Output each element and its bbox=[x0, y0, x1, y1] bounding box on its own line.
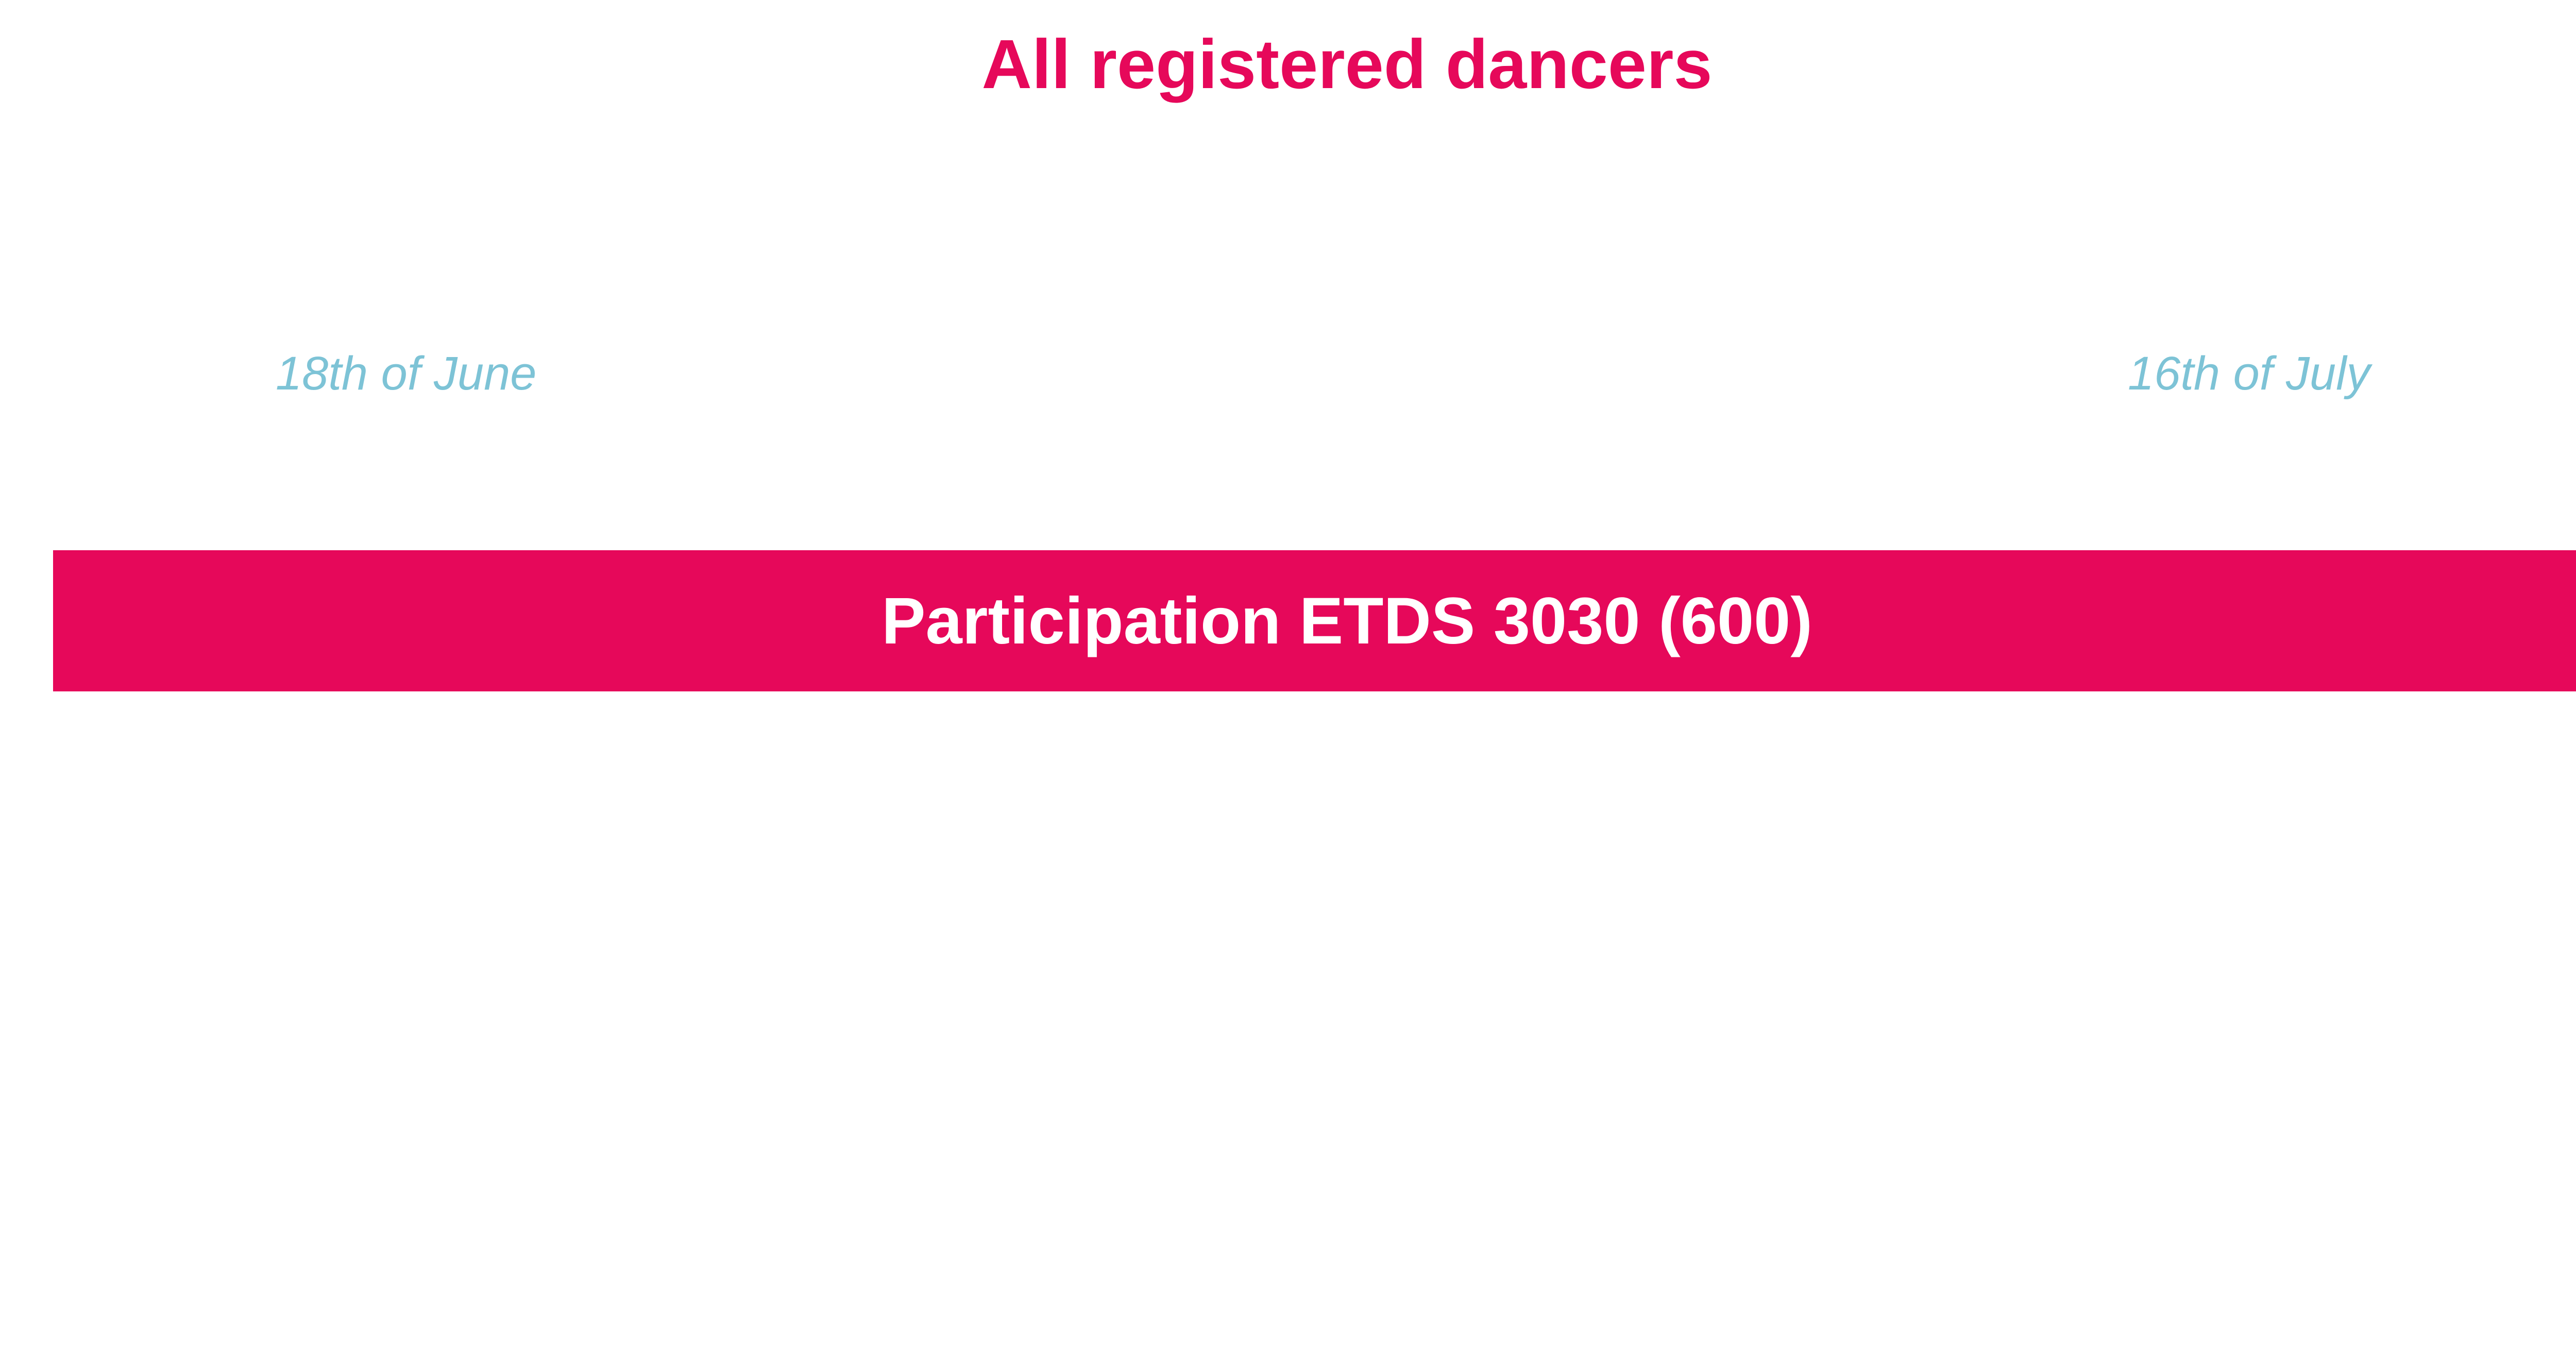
start-date-label: 18th of June bbox=[276, 347, 537, 400]
end-date-label: 16th of July bbox=[2128, 347, 2370, 400]
participation-bar: Participation ETDS 3030 (600) bbox=[53, 550, 2576, 691]
participation-bar-label: Participation ETDS 3030 (600) bbox=[882, 584, 1812, 658]
page-title: All registered dancers bbox=[981, 25, 1713, 103]
